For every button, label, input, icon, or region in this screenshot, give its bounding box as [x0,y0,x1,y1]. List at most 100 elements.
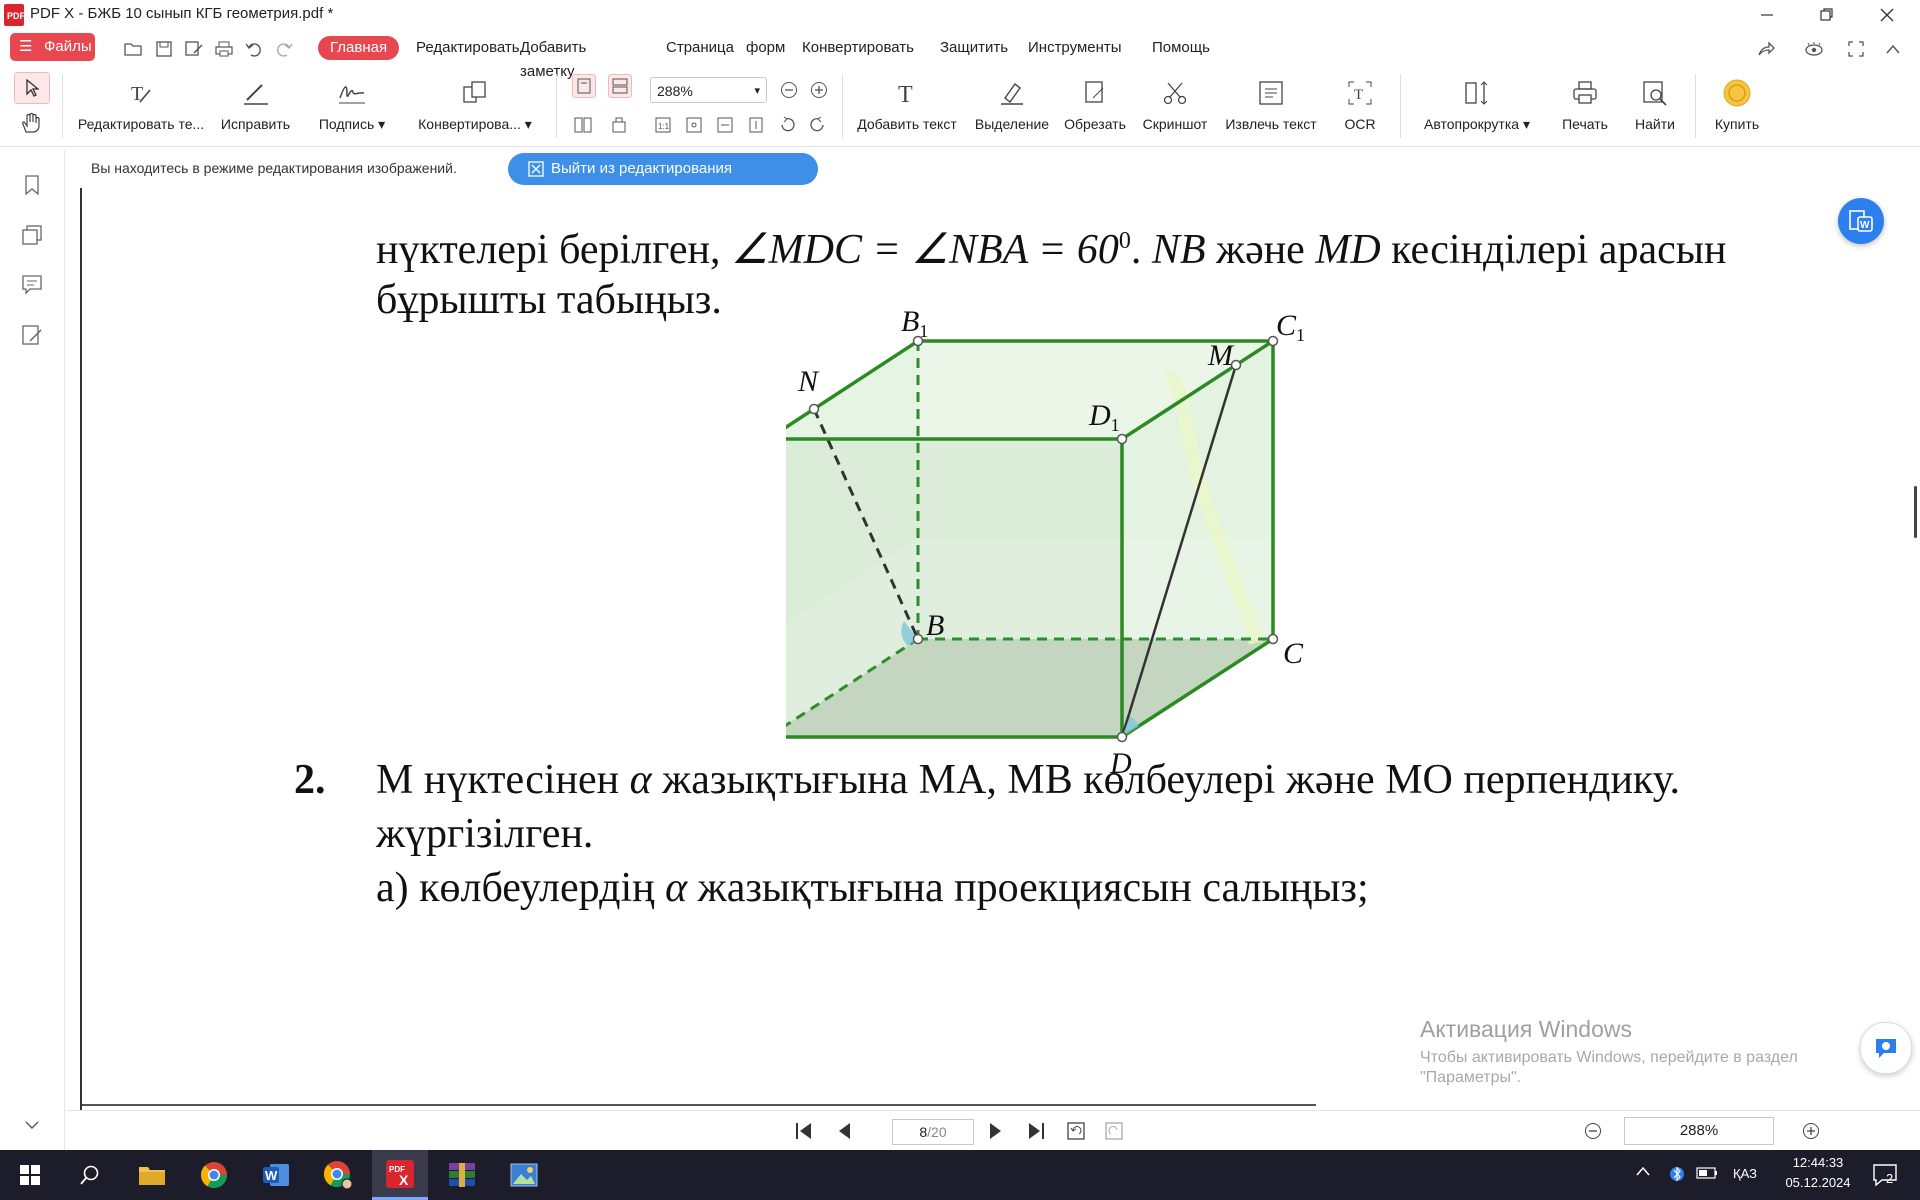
menu-tab-3[interactable]: Добавить заметку [508,36,598,80]
tray-overflow-icon[interactable] [1636,1166,1650,1176]
bluetooth-icon[interactable] [1670,1163,1684,1185]
menu-tab-6[interactable]: Конвертировать [790,36,926,60]
label-c: C [1283,637,1304,670]
svg-text:W: W [1860,220,1870,231]
find-tool[interactable]: Найти [1622,76,1688,144]
first-page-icon[interactable] [794,1121,814,1141]
edit-mode-notice: Вы находитесь в режиме редактирования из… [68,150,1920,188]
svg-text:T: T [1354,87,1363,103]
ai-assistant-icon[interactable] [1860,1022,1912,1074]
previous-page-icon[interactable] [836,1121,852,1141]
task-2-line-1: М нүктесінен α жазықтығына МА, МВ көлбеу… [376,757,1681,803]
extract-text-tool[interactable]: Извлечь текст [1218,76,1324,144]
photos-icon[interactable] [496,1150,552,1200]
signature-tool[interactable]: Подпись ▾ [308,76,396,144]
chrome-profile-icon[interactable] [310,1150,366,1200]
files-menu-button[interactable]: ☰ Файлы [10,33,95,61]
restore-button[interactable] [1800,0,1854,30]
zoom-in-bottom-icon[interactable] [1802,1122,1820,1140]
svg-text:1:1: 1:1 [658,122,670,131]
add-text-tool[interactable]: T Добавить текст [852,76,962,144]
zoom-select[interactable]: 288% ▾ [650,77,767,103]
edit-text-tool[interactable]: T Редактировать те... [76,76,206,144]
sidebar-expand-icon[interactable] [19,1112,45,1138]
label-c1: C1 [1276,309,1305,345]
signatures-panel-icon[interactable] [19,322,45,348]
menu-tab-7[interactable]: Защитить [928,36,1020,60]
thumbnails-icon[interactable] [19,222,45,248]
notifications-icon[interactable]: 2 [1872,1163,1898,1187]
zoom-level-input[interactable]: 288% [1624,1117,1774,1145]
page-number-input[interactable]: 8/20 [892,1119,974,1145]
previous-view-icon[interactable] [1066,1121,1086,1141]
word-icon[interactable]: W [248,1150,304,1200]
read-mode-icon[interactable] [1803,38,1825,60]
fix-tool[interactable]: Исправить [213,76,298,144]
save-as-icon[interactable] [183,38,205,60]
undo-icon[interactable] [243,38,265,60]
file-explorer-icon[interactable] [124,1150,180,1200]
zoom-out-bottom-icon[interactable] [1584,1122,1602,1140]
actual-size-icon[interactable]: 1:1 [652,114,674,136]
svg-text:W: W [265,1168,278,1183]
zoom-in-icon[interactable] [808,79,830,101]
comments-icon[interactable] [19,272,45,298]
print-tool[interactable]: Печать [1550,76,1620,144]
crop-tool[interactable]: Обрезать [1060,76,1130,144]
exit-edit-button[interactable]: Выйти из редактирования [508,153,818,185]
chrome-icon[interactable] [186,1150,242,1200]
svg-text:T: T [131,83,143,105]
document-view[interactable]: ▀▀▀▀▀ ▀▀ ▀▀▀▀ ▀▀ ▀▀▀▀▀▀ ▀▀▀ ▀▀▀▀ ▀▀ ▀▀▀ … [66,188,1920,1110]
convert-to-word-icon[interactable]: W [1838,198,1884,244]
start-button[interactable] [2,1150,58,1200]
menu-tab-5[interactable]: форм [734,36,797,60]
single-page-icon[interactable] [572,74,596,98]
minimize-button[interactable] [1740,0,1794,30]
menu-tab-1[interactable]: Главная [318,36,400,60]
screenshot-tool[interactable]: Скриншот [1136,76,1214,144]
windows-taskbar: W PDF X ҚАЗ 12:44:33 05.12.2024 2 [0,1150,1920,1200]
bookmark-icon[interactable] [19,172,45,198]
menu-tab-4[interactable]: Страница [654,36,746,60]
keyboard-language[interactable]: ҚАЗ [1733,1166,1757,1181]
share-icon[interactable] [1755,38,1777,60]
two-page-icon[interactable] [572,114,594,136]
pdf-x-taskbar-icon[interactable]: PDF X [372,1150,428,1200]
menu-tab-8[interactable]: Инструменты [1016,36,1134,60]
autoscroll-tool[interactable]: Автопрокрутка ▾ [1415,76,1539,144]
rotate-left-icon[interactable] [776,114,798,136]
fit-page-icon[interactable] [683,114,705,136]
clock[interactable]: 12:44:33 05.12.2024 [1778,1155,1858,1190]
cover-page-icon[interactable] [608,114,630,136]
fit-width-icon[interactable] [714,114,736,136]
hand-tool-icon[interactable] [20,112,42,134]
collapse-ribbon-icon[interactable] [1882,38,1904,60]
redo-icon[interactable] [273,38,295,60]
vertical-scrollbar-thumb[interactable] [1914,486,1917,538]
problem-1-line-1: нүктелері берілген, ∠MDC = ∠NBA = 600. N… [376,227,1727,273]
buy-tool[interactable]: Купить [1704,76,1770,144]
last-page-icon[interactable] [1026,1121,1046,1141]
fit-visible-icon[interactable] [745,114,767,136]
save-icon[interactable] [153,38,175,60]
rotate-right-icon[interactable] [807,114,829,136]
zoom-out-icon[interactable] [778,79,800,101]
print-icon[interactable] [213,38,235,60]
convert-icon [460,76,490,110]
menu-tab-9[interactable]: Помощь [1140,36,1222,60]
close-button[interactable] [1860,0,1914,30]
highlight-tool[interactable]: Выделение [968,76,1056,144]
continuous-page-icon[interactable] [608,74,632,98]
search-icon[interactable] [62,1150,118,1200]
select-tool-icon[interactable] [14,72,50,104]
label-m: M [1207,339,1235,372]
title-bar: PDF PDF X - БЖБ 10 сынып КГБ геометрия.p… [0,0,1920,30]
fullscreen-icon[interactable] [1845,38,1867,60]
convert-tool[interactable]: Конвертирова... ▾ [410,76,540,144]
open-folder-icon[interactable] [122,38,144,60]
next-view-icon[interactable] [1104,1121,1124,1141]
winrar-icon[interactable] [434,1150,490,1200]
next-page-icon[interactable] [988,1121,1004,1141]
ocr-tool[interactable]: T OCR [1330,76,1390,144]
scissors-icon [1160,76,1190,110]
